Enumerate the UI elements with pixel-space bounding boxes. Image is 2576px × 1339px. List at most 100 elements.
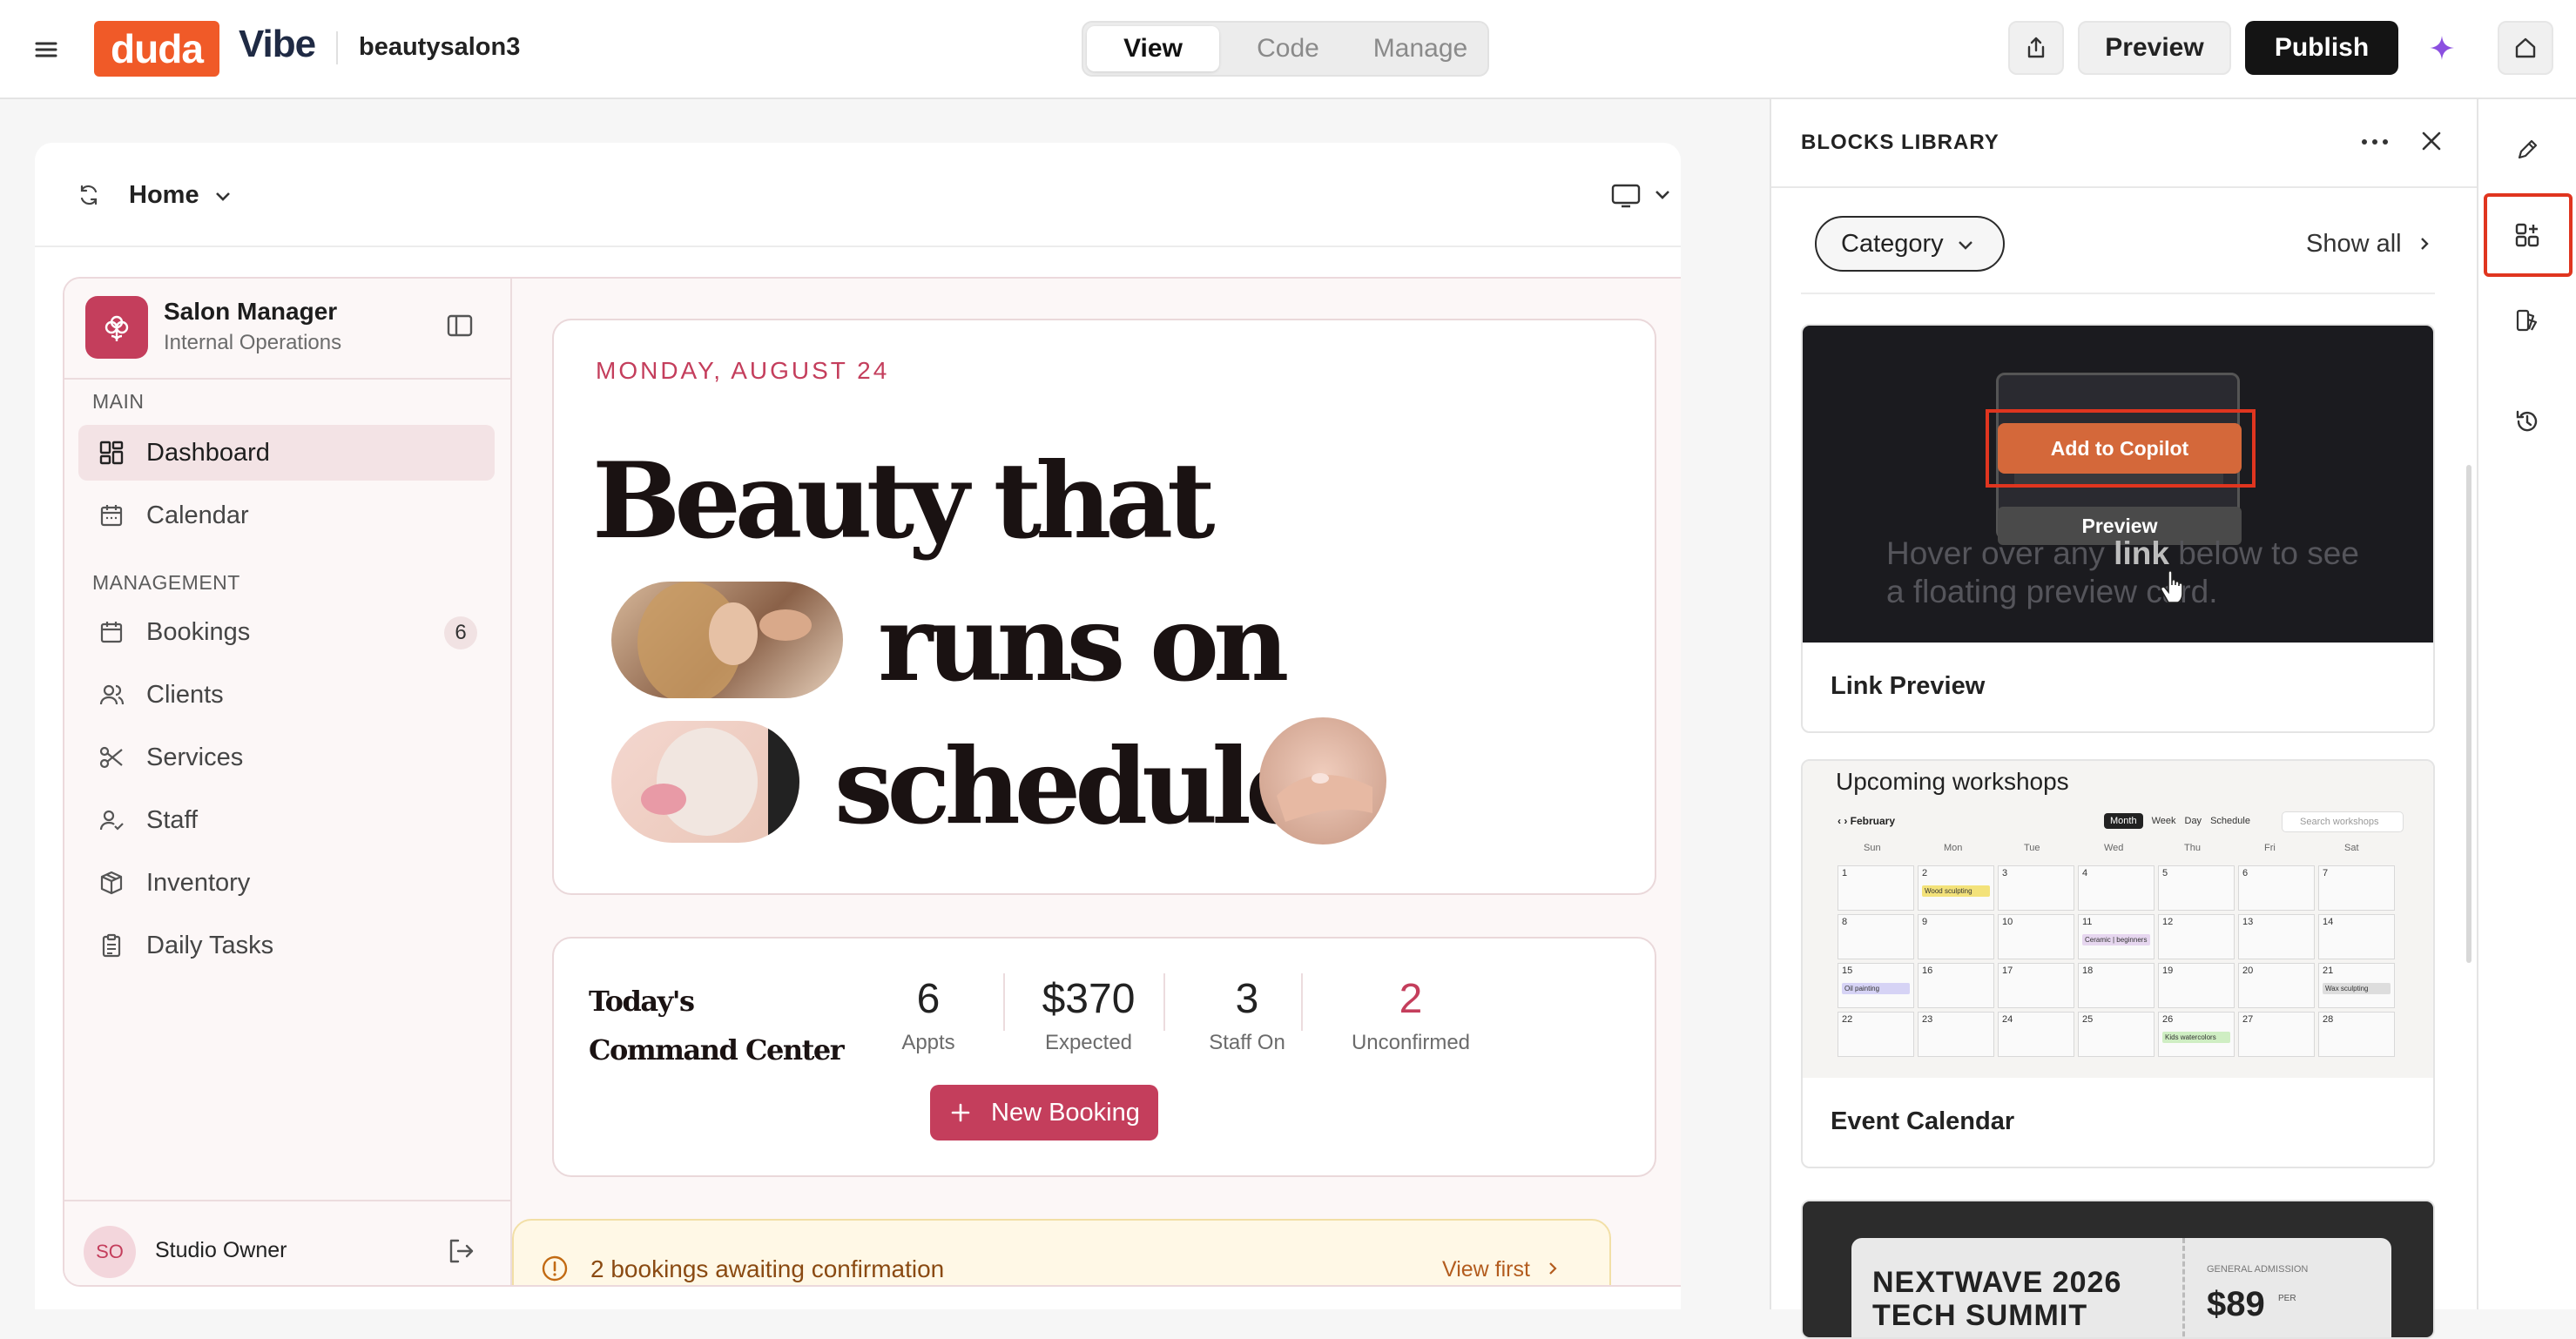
block-card-event-calendar[interactable]: Upcoming workshops ‹ › February Month We…	[1801, 759, 2435, 1168]
sidebar-item-staff[interactable]: Staff	[78, 792, 495, 848]
calendar-day-cell: 19	[2158, 963, 2235, 1008]
calendar-day-cell: 8	[1838, 914, 1914, 959]
page-selector-label: Home	[129, 181, 199, 209]
publish-button[interactable]: Publish	[2245, 21, 2398, 75]
thumbnail-caption: Hover over any link below to see a float…	[1886, 535, 2359, 611]
tab-view[interactable]: View	[1087, 26, 1219, 71]
block-card-nextwave[interactable]: NEXTWAVE 2026 TECH SUMMIT GENERAL ADMISS…	[1801, 1200, 2435, 1339]
share-icon	[2027, 37, 2045, 58]
page-selector[interactable]: Home	[129, 181, 233, 210]
block-title: Event Calendar	[1831, 1107, 2015, 1135]
weekday-label: Thu	[2184, 843, 2201, 853]
block-card-link-preview[interactable]: Preview Add to Copilot Hover over any li…	[1801, 324, 2435, 733]
chevron-down-icon	[1958, 241, 1972, 250]
sidebar-item-label: Staff	[146, 805, 199, 834]
show-all-link[interactable]: Show all	[2306, 230, 2431, 259]
calendar-day-cell: 3	[1998, 865, 2074, 911]
theme-palette-icon[interactable]	[2510, 303, 2545, 338]
calendar-event: Wood sculpting	[1922, 885, 1990, 897]
calendar-day-cell: 4	[2078, 865, 2155, 911]
stat-expected-value: $370	[1042, 976, 1136, 1022]
calendar-day-cell: 12	[2158, 914, 2235, 959]
view-month: Month	[2104, 813, 2143, 829]
hero-line-1: Beauty that	[592, 440, 1216, 562]
close-icon[interactable]	[2419, 129, 2444, 158]
ticket-label: GENERAL ADMISSION	[2207, 1264, 2309, 1275]
preview-button[interactable]: Preview	[2078, 21, 2231, 75]
calendar-day-cell: 24	[1998, 1012, 2074, 1057]
calendar-day-cell: 23	[1918, 1012, 1994, 1057]
top-bar: duda Vibe beautysalon3 View Code Manage …	[0, 0, 2576, 99]
stat-unconfirmed-label: Unconfirmed	[1351, 1031, 1471, 1054]
highlight-box	[1986, 409, 2256, 488]
sidebar-item-bookings[interactable]: Bookings 6	[78, 604, 495, 660]
hand-cursor-icon	[2156, 568, 2191, 610]
more-options-icon[interactable]	[2360, 136, 2390, 151]
view-switcher: Month Week Day Schedule	[2104, 811, 2250, 831]
tab-manage[interactable]: Manage	[1355, 26, 1486, 71]
ticket-perforation	[2182, 1238, 2185, 1337]
calendar-day-cell: 16	[1918, 963, 1994, 1008]
show-all-label: Show all	[2306, 230, 2402, 258]
edit-pencil-icon[interactable]	[2510, 132, 2545, 167]
duda-logo: duda	[94, 21, 219, 77]
calendar-day-cell: 13	[2238, 914, 2315, 959]
calendar-event: Oil painting	[1842, 983, 1910, 994]
stat-staff-label: Staff On	[1209, 1031, 1285, 1054]
ai-sparkle-button[interactable]	[2414, 21, 2470, 75]
sidebar-toggle-icon[interactable]	[446, 312, 474, 344]
calendar-day-cell: 1	[1838, 865, 1914, 911]
site-canvas: Home Salon Manager Internal Operations M…	[35, 143, 1681, 1309]
panel-title: BLOCKS LIBRARY	[1801, 131, 1999, 154]
hero-line-2: runs on	[878, 582, 1289, 705]
sidebar-item-calendar[interactable]: Calendar	[78, 488, 495, 543]
calendar-day-cell: 11 Ceramic | beginners	[2078, 914, 2155, 959]
section-main: MAIN	[92, 390, 145, 413]
home-button[interactable]	[2498, 21, 2553, 75]
calendar-event: Wax sculpting	[2323, 983, 2391, 994]
chevron-right-icon	[1549, 1262, 1557, 1275]
warning-icon	[542, 1255, 568, 1282]
sidebar-item-label: Clients	[146, 680, 224, 709]
divider	[1801, 293, 2435, 294]
sidebar-item-label: Inventory	[146, 868, 251, 897]
alert-text: 2 bookings awaiting confirmation	[590, 1255, 945, 1282]
chevron-down-icon	[215, 192, 230, 201]
calendar-day-cell: 27	[2238, 1012, 2315, 1057]
event-calendar-thumbnail: Upcoming workshops ‹ › February Month We…	[1803, 761, 2433, 1078]
command-center-card: Today's Command Center 6 Appts $370 Expe…	[552, 937, 1656, 1177]
device-selector[interactable]	[1611, 183, 1681, 213]
new-booking-button[interactable]: New Booking	[930, 1085, 1158, 1141]
scissors-icon	[98, 744, 125, 771]
share-button[interactable]	[2008, 21, 2064, 75]
sidebar-item-dashboard[interactable]: Dashboard	[78, 425, 495, 481]
sidebar-item-daily-tasks[interactable]: Daily Tasks	[78, 918, 495, 973]
sidebar-item-label: Dashboard	[146, 438, 270, 467]
hair-styling-image	[611, 582, 843, 698]
divider	[64, 378, 512, 380]
view-week: Week	[2151, 816, 2176, 826]
hamburger-menu-icon[interactable]	[31, 35, 61, 64]
blocks-library-icon[interactable]	[2510, 218, 2545, 252]
clipboard-icon	[98, 932, 125, 959]
history-clock-icon[interactable]	[2510, 404, 2545, 439]
right-tool-rail	[2477, 99, 2576, 1309]
avatar[interactable]: SO	[84, 1226, 136, 1278]
staff-icon	[98, 806, 125, 834]
user-name: Studio Owner	[155, 1238, 287, 1262]
user-area: SO Studio Owner	[64, 1200, 512, 1285]
tab-code[interactable]: Code	[1224, 26, 1352, 71]
sidebar-item-services[interactable]: Services	[78, 730, 495, 785]
box-icon	[98, 869, 125, 897]
panel-scrollbar[interactable]	[2466, 465, 2471, 963]
view-first-link[interactable]: View first	[1442, 1257, 1561, 1282]
blocks-library-panel: BLOCKS LIBRARY Category Show all Preview…	[1770, 99, 2478, 1339]
category-dropdown[interactable]: Category	[1815, 216, 2005, 272]
logout-icon[interactable]	[446, 1236, 475, 1270]
refresh-icon[interactable]	[77, 183, 101, 212]
sidebar-item-label: Daily Tasks	[146, 931, 274, 959]
calendar-event: Kids watercolors	[2162, 1032, 2230, 1043]
sidebar-item-clients[interactable]: Clients	[78, 667, 495, 723]
sidebar-item-inventory[interactable]: Inventory	[78, 855, 495, 911]
weekday-label: Sun	[1864, 843, 1881, 853]
